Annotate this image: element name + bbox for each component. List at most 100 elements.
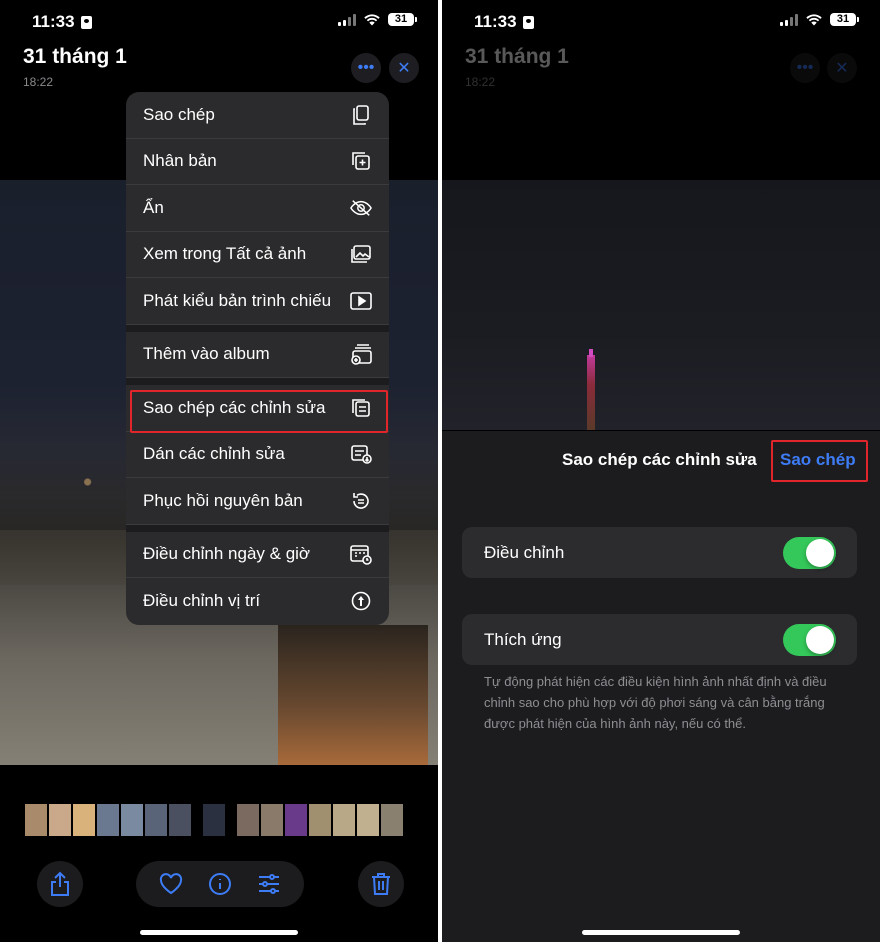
calendar-clock-icon <box>350 543 372 566</box>
menu-item-label: Thêm vào album <box>143 344 270 364</box>
photo-time: 18:22 <box>23 75 54 89</box>
menu-item-label: Điều chỉnh vị trí <box>143 591 261 611</box>
home-indicator <box>140 930 298 935</box>
menu-item-label: Dán các chỉnh sửa <box>143 444 285 464</box>
revert-icon <box>350 490 372 512</box>
close-button[interactable]: ✕ <box>389 53 419 83</box>
cellular-signal-icon <box>338 13 356 26</box>
close-button[interactable]: ✕ <box>827 53 857 83</box>
copy-edits-icon <box>350 397 372 419</box>
menu-item-duplicate[interactable]: Nhân bản <box>126 139 389 185</box>
menu-item-paste-edits[interactable]: Dán các chỉnh sửa <box>126 432 389 478</box>
thumbnail[interactable] <box>357 804 379 836</box>
thumbnail-strip[interactable] <box>25 804 403 836</box>
paste-edits-icon <box>350 443 372 465</box>
menu-item-label: Điều chỉnh ngày & giờ <box>143 544 311 564</box>
menu-item-label: Phục hồi nguyên bản <box>143 490 303 510</box>
thumbnail[interactable] <box>73 804 95 836</box>
photo-actions-group <box>136 861 304 907</box>
menu-item-photos[interactable]: Xem trong Tất cả ảnh <box>126 232 389 278</box>
menu-item-eye-slash[interactable]: Ẩn <box>126 185 389 232</box>
duplicate-icon <box>350 150 372 172</box>
ellipsis-icon: ••• <box>796 59 814 76</box>
sheet-title: Sao chép các chỉnh sửa <box>562 450 757 469</box>
status-bar: 11:33 31 <box>442 0 880 44</box>
thumbnail[interactable] <box>25 804 47 836</box>
menu-item-copy-edits[interactable]: Sao chép các chỉnh sửa <box>126 385 389 432</box>
menu-item-calendar-clock[interactable]: Điều chỉnh ngày & giờ <box>126 532 389 578</box>
adaptive-label: Thích ứng <box>484 629 562 649</box>
left-screen: 11:33 31 31 tháng 1 18:22 ••• ✕ Sao chép… <box>0 0 438 942</box>
photo-time: 18:22 <box>465 75 496 89</box>
home-indicator <box>582 930 740 935</box>
play-icon <box>350 290 372 312</box>
share-button[interactable] <box>37 861 83 907</box>
photo-date-title: 31 tháng 1 <box>23 45 127 68</box>
menu-item-revert[interactable]: Phục hồi nguyên bản <box>126 478 389 525</box>
wifi-icon <box>806 14 822 26</box>
more-button[interactable]: ••• <box>790 53 820 83</box>
photos-icon <box>350 243 372 265</box>
menu-item-copy[interactable]: Sao chép <box>126 92 389 139</box>
thumbnail[interactable] <box>121 804 143 836</box>
thumbnail[interactable] <box>169 804 191 836</box>
adjustments-row: Điều chỉnh <box>462 527 857 578</box>
thumbnail[interactable] <box>309 804 331 836</box>
status-time: 11:33 <box>32 12 75 31</box>
battery-icon: 31 <box>388 13 417 26</box>
add-to-album-icon <box>350 343 372 366</box>
menu-item-label: Sao chép <box>143 104 215 124</box>
thumbnail[interactable] <box>381 804 403 836</box>
right-screen: 11:33 31 31 tháng 1 18:22 ••• ✕ Sao chép… <box>442 0 880 942</box>
close-icon: ✕ <box>397 60 411 77</box>
menu-item-play[interactable]: Phát kiểu bản trình chiếu <box>126 278 389 325</box>
menu-separator <box>126 524 389 532</box>
copy-button[interactable]: Sao chép <box>780 450 856 470</box>
menu-separator <box>126 378 389 385</box>
menu-item-label: Sao chép các chỉnh sửa <box>143 397 326 417</box>
contact-card-icon <box>522 15 534 29</box>
adaptive-row: Thích ứng <box>462 614 857 665</box>
menu-item-label: Nhân bản <box>143 151 217 171</box>
thumbnail[interactable] <box>237 804 259 836</box>
heart-icon[interactable] <box>159 873 183 895</box>
status-time: 11:33 <box>474 12 517 31</box>
thumbnail[interactable] <box>97 804 119 836</box>
trash-icon <box>372 873 390 895</box>
menu-item-label: Ẩn <box>143 197 164 217</box>
menu-item-label: Phát kiểu bản trình chiếu <box>143 290 332 310</box>
delete-button[interactable] <box>358 861 404 907</box>
tower-light <box>587 349 595 430</box>
adaptive-toggle[interactable] <box>783 623 836 656</box>
more-button[interactable]: ••• <box>351 53 381 83</box>
eye-slash-icon <box>350 197 372 219</box>
thumbnail[interactable] <box>261 804 283 836</box>
adjustments-label: Điều chỉnh <box>484 542 565 562</box>
thumbnail-current[interactable] <box>203 804 225 836</box>
menu-item-location[interactable]: Điều chỉnh vị trí <box>126 578 389 625</box>
sliders-icon[interactable] <box>257 873 281 895</box>
thumbnail[interactable] <box>49 804 71 836</box>
ellipsis-icon: ••• <box>357 59 375 76</box>
info-icon[interactable] <box>208 872 232 896</box>
photo-viewer-dimmed <box>442 180 880 430</box>
menu-separator <box>126 324 389 332</box>
cellular-signal-icon <box>780 13 798 26</box>
status-bar: 11:33 31 <box>0 0 438 44</box>
adjustments-toggle[interactable] <box>783 536 836 569</box>
menu-item-add-to-album[interactable]: Thêm vào album <box>126 332 389 378</box>
close-icon: ✕ <box>835 60 849 77</box>
wifi-icon <box>364 14 380 26</box>
thumbnail[interactable] <box>145 804 167 836</box>
context-menu: Sao chép Nhân bản Ẩn Xem trong Tất cả ảnh Ph… <box>126 92 389 625</box>
adaptive-description: Tự động phát hiện các điều kiện hình ảnh… <box>484 674 827 731</box>
copy-icon <box>350 104 372 126</box>
location-icon <box>350 590 372 612</box>
photo-date-title: 31 tháng 1 <box>465 45 569 68</box>
thumbnail[interactable] <box>285 804 307 836</box>
contact-card-icon <box>80 15 92 29</box>
menu-item-label: Xem trong Tất cả ảnh <box>143 244 307 264</box>
thumbnail[interactable] <box>333 804 355 836</box>
battery-icon: 31 <box>830 13 859 26</box>
share-icon <box>51 871 69 896</box>
